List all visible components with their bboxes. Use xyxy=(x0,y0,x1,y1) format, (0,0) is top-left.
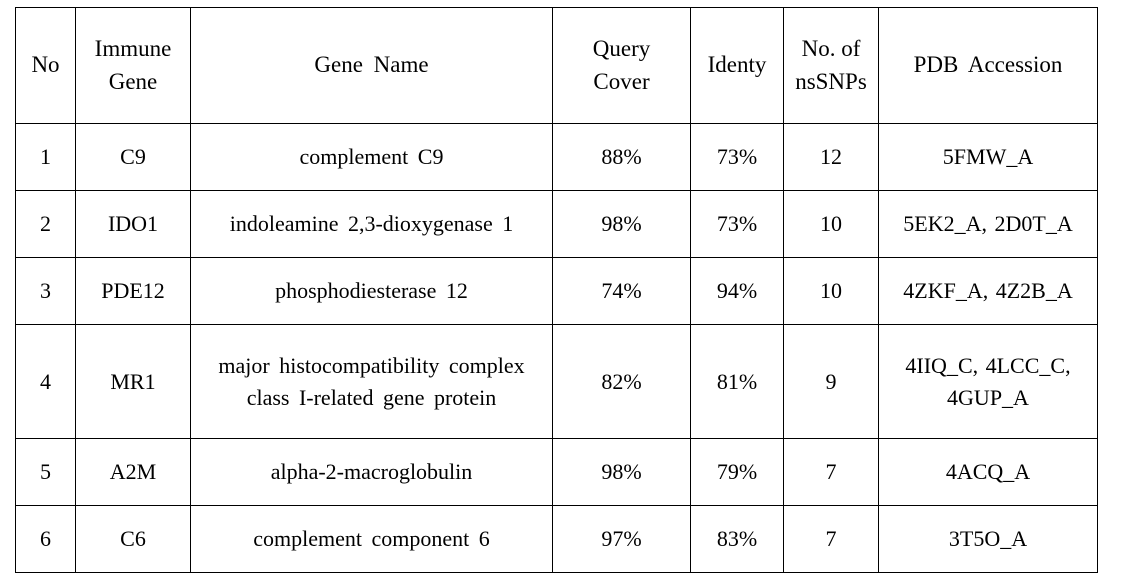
cell-query-cover: 97% xyxy=(552,505,691,573)
cell-identy: 79% xyxy=(690,438,784,506)
cell-pdb-accession: 4ACQ_A xyxy=(878,438,1098,506)
cell-gene-name-line-1: complement C9 xyxy=(299,144,444,170)
cell-gene-name-line-1: complement component 6 xyxy=(253,526,490,552)
cell-query-cover: 74% xyxy=(552,257,691,325)
cell-gene-name: indoleamine 2,3-dioxygenase 1 xyxy=(190,190,553,258)
cell-pdb-accession: 4ZKF_A, 4Z2B_A xyxy=(878,257,1098,325)
table-row: 2 IDO1 indoleamine 2,3-dioxygenase 1 98%… xyxy=(15,190,1098,258)
column-header-query-cover-line-1: Query xyxy=(592,35,651,61)
column-header-identy: Identy xyxy=(690,7,784,124)
table-header: No Immune Gene Gene Name Query Cover Ide… xyxy=(15,7,1098,124)
cell-nssnps: 10 xyxy=(783,190,879,258)
column-header-no-of-nssnps: No. of nsSNPs xyxy=(783,7,879,124)
cell-gene-name-line-1: indoleamine 2,3-dioxygenase 1 xyxy=(229,211,514,237)
cell-gene-name-line-1: alpha-2-macroglobulin xyxy=(270,459,473,485)
column-header-no-of-nssnps-line-2: nsSNPs xyxy=(795,68,867,94)
cell-identy: 81% xyxy=(690,324,784,439)
column-header-no-of-nssnps-line-1: No. of xyxy=(801,35,861,61)
cell-immune-gene: C6 xyxy=(75,505,191,573)
cell-gene-name: major histocompatibility complex class I… xyxy=(190,324,553,439)
table-row: 1 C9 complement C9 88% 73% 12 5FMW_A xyxy=(15,123,1098,191)
cell-gene-name: complement component 6 xyxy=(190,505,553,573)
column-header-immune-gene: Immune Gene xyxy=(75,7,191,124)
cell-pdb-accession-line-2: 4GUP_A xyxy=(947,384,1029,410)
table-row: 3 PDE12 phosphodiesterase 12 74% 94% 10 … xyxy=(15,257,1098,325)
cell-query-cover: 98% xyxy=(552,190,691,258)
column-header-no-line-1: No xyxy=(31,52,60,78)
cell-immune-gene: PDE12 xyxy=(75,257,191,325)
cell-no: 4 xyxy=(15,324,76,439)
cell-identy: 94% xyxy=(690,257,784,325)
cell-no: 3 xyxy=(15,257,76,325)
column-header-gene-name-line-1: Gene Name xyxy=(314,52,429,78)
cell-pdb-accession-line-1: 4ZKF_A, 4Z2B_A xyxy=(903,278,1073,304)
column-header-identy-line-1: Identy xyxy=(707,52,767,78)
cell-gene-name: alpha-2-macroglobulin xyxy=(190,438,553,506)
cell-no: 2 xyxy=(15,190,76,258)
cell-gene-name-line-1: phosphodiesterase 12 xyxy=(275,278,468,304)
cell-identy: 73% xyxy=(690,190,784,258)
column-header-immune-gene-line-2: Gene xyxy=(108,68,158,94)
column-header-query-cover: Query Cover xyxy=(552,7,691,124)
column-header-no: No xyxy=(15,7,76,124)
cell-query-cover: 98% xyxy=(552,438,691,506)
cell-nssnps: 9 xyxy=(783,324,879,439)
cell-nssnps: 12 xyxy=(783,123,879,191)
cell-no: 1 xyxy=(15,123,76,191)
cell-query-cover: 88% xyxy=(552,123,691,191)
cell-pdb-accession-line-1: 5EK2_A, 2D0T_A xyxy=(903,211,1073,237)
table-row: 5 A2M alpha-2-macroglobulin 98% 79% 7 4A… xyxy=(15,438,1098,506)
cell-nssnps: 10 xyxy=(783,257,879,325)
cell-immune-gene: MR1 xyxy=(75,324,191,439)
table-body: 1 C9 complement C9 88% 73% 12 5FMW_A 2 I… xyxy=(15,123,1098,573)
column-header-pdb-accession-line-1: PDB Accession xyxy=(913,52,1063,78)
cell-immune-gene: IDO1 xyxy=(75,190,191,258)
cell-pdb-accession: 4IIQ_C, 4LCC_C, 4GUP_A xyxy=(878,324,1098,439)
cell-nssnps: 7 xyxy=(783,505,879,573)
document-page: No Immune Gene Gene Name Query Cover Ide… xyxy=(0,0,1122,573)
table-header-row: No Immune Gene Gene Name Query Cover Ide… xyxy=(15,7,1098,124)
column-header-pdb-accession: PDB Accession xyxy=(878,7,1098,124)
cell-nssnps: 7 xyxy=(783,438,879,506)
cell-immune-gene: C9 xyxy=(75,123,191,191)
cell-pdb-accession-line-1: 5FMW_A xyxy=(942,144,1034,170)
cell-gene-name-line-2: class I-related gene protein xyxy=(246,384,497,410)
cell-identy: 83% xyxy=(690,505,784,573)
cell-immune-gene: A2M xyxy=(75,438,191,506)
column-header-gene-name: Gene Name xyxy=(190,7,553,124)
cell-no: 5 xyxy=(15,438,76,506)
cell-query-cover: 82% xyxy=(552,324,691,439)
cell-pdb-accession: 3T5O_A xyxy=(878,505,1098,573)
cell-pdb-accession: 5FMW_A xyxy=(878,123,1098,191)
column-header-immune-gene-line-1: Immune xyxy=(94,35,172,61)
cell-gene-name: complement C9 xyxy=(190,123,553,191)
cell-pdb-accession: 5EK2_A, 2D0T_A xyxy=(878,190,1098,258)
cell-gene-name-line-1: major histocompatibility complex xyxy=(218,353,525,379)
table-row: 6 C6 complement component 6 97% 83% 7 3T… xyxy=(15,505,1098,573)
cell-pdb-accession-line-1: 3T5O_A xyxy=(948,526,1028,552)
cell-identy: 73% xyxy=(690,123,784,191)
cell-pdb-accession-line-1: 4IIQ_C, 4LCC_C, xyxy=(905,353,1071,379)
column-header-query-cover-line-2: Cover xyxy=(593,68,650,94)
table-row: 4 MR1 major histocompatibility complex c… xyxy=(15,324,1098,439)
cell-gene-name: phosphodiesterase 12 xyxy=(190,257,553,325)
cell-pdb-accession-line-1: 4ACQ_A xyxy=(945,459,1031,485)
cell-no: 6 xyxy=(15,505,76,573)
immune-gene-table: No Immune Gene Gene Name Query Cover Ide… xyxy=(15,7,1098,573)
